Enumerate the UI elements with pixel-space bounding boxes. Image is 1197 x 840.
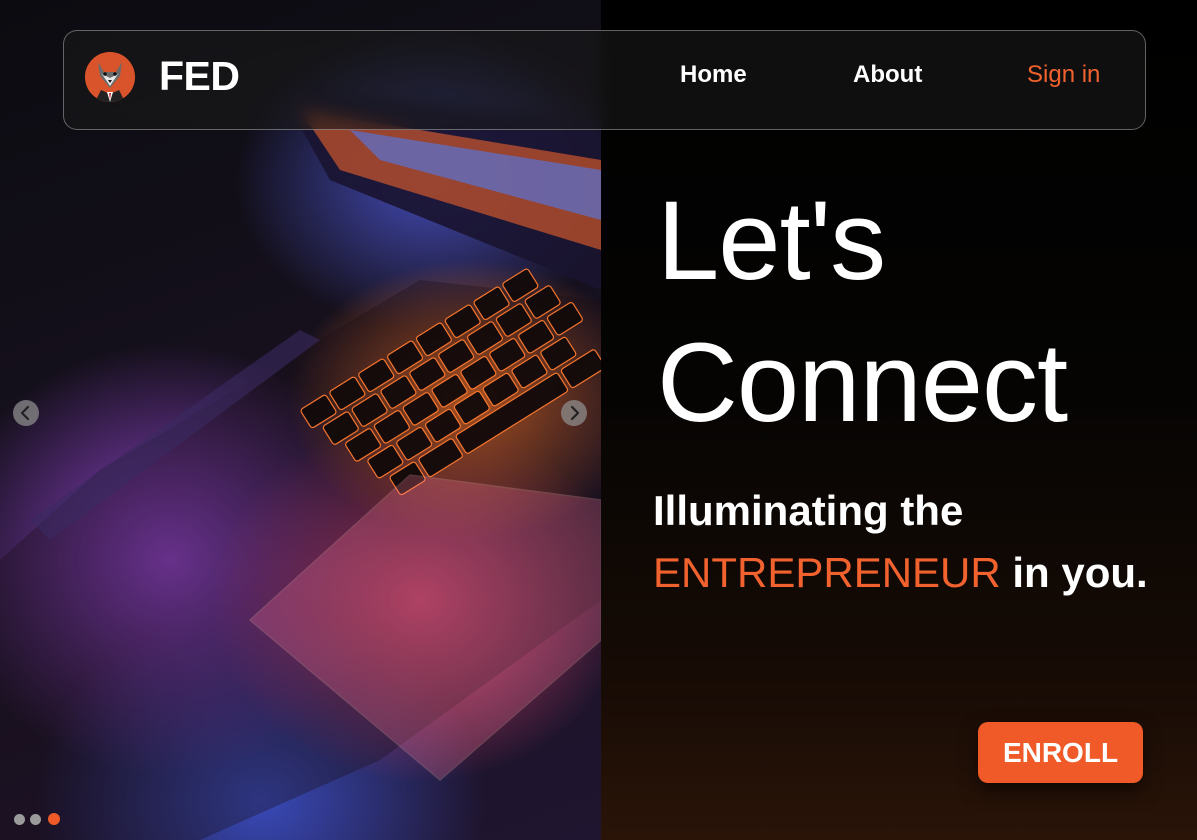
tagline-rest: in you. — [1012, 549, 1148, 596]
brand-name[interactable]: FED — [159, 53, 240, 100]
chevron-right-icon — [570, 405, 580, 421]
nav-home-link[interactable]: Home — [680, 61, 747, 89]
navbar: FED Home About Sign in — [63, 30, 1146, 130]
tagline-line-1: Illuminating the — [653, 487, 964, 534]
enroll-button[interactable]: ENROLL — [978, 722, 1143, 783]
nav-about-link[interactable]: About — [853, 61, 922, 89]
hero-tagline: Illuminating the ENTREPRENEUR in you. — [653, 480, 1148, 604]
tagline-line-2: ENTREPRENEUR in you. — [653, 542, 1148, 604]
carousel-dot-2[interactable] — [30, 814, 41, 825]
carousel-next-button[interactable] — [561, 400, 587, 426]
headline-line-1: Let's — [657, 178, 886, 303]
tagline-accent: ENTREPRENEUR — [653, 549, 1001, 596]
headline-line-2: Connect — [657, 320, 1068, 445]
chevron-left-icon — [20, 405, 30, 421]
carousel-dot-1[interactable] — [14, 814, 25, 825]
wolf-mascot-icon[interactable] — [85, 52, 135, 102]
carousel-prev-button[interactable] — [13, 400, 39, 426]
sign-in-link[interactable]: Sign in — [1027, 61, 1100, 89]
hero-headline: Let's Connect — [657, 170, 1068, 454]
carousel-dot-3[interactable] — [48, 813, 60, 825]
